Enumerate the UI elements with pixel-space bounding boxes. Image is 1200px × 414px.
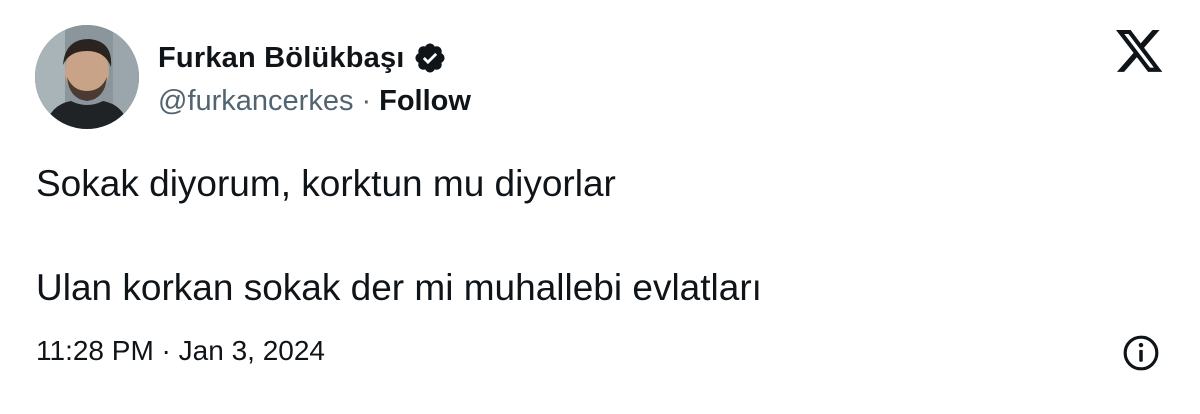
x-logo-icon[interactable] xyxy=(1116,30,1164,76)
info-icon[interactable] xyxy=(1122,334,1160,372)
avatar-photo xyxy=(35,25,139,129)
separator-dot: · xyxy=(361,84,372,117)
author-handle[interactable]: @furkancerkes xyxy=(158,85,353,118)
tweet-body: Sokak diyorum, korktun mu diyorlar Ulan … xyxy=(36,162,1136,310)
follow-button[interactable]: Follow xyxy=(379,85,471,118)
author-handle-row: @furkancerkes · Follow xyxy=(158,82,471,120)
author-display-name[interactable]: Furkan Bölükbaşı xyxy=(158,42,405,75)
author-name-row: Furkan Bölükbaşı xyxy=(158,38,447,78)
tweet-text-line-2: Ulan korkan sokak der mi muhallebi evlat… xyxy=(36,267,762,308)
tweet-timestamp[interactable]: 11:28 PM · Jan 3, 2024 xyxy=(36,335,325,367)
verified-badge-icon xyxy=(413,41,447,75)
tweet-card: Furkan Bölükbaşı @furkancerkes · Follow … xyxy=(0,0,1200,414)
avatar[interactable] xyxy=(35,25,139,129)
tweet-text-line-1: Sokak diyorum, korktun mu diyorlar xyxy=(36,163,616,204)
